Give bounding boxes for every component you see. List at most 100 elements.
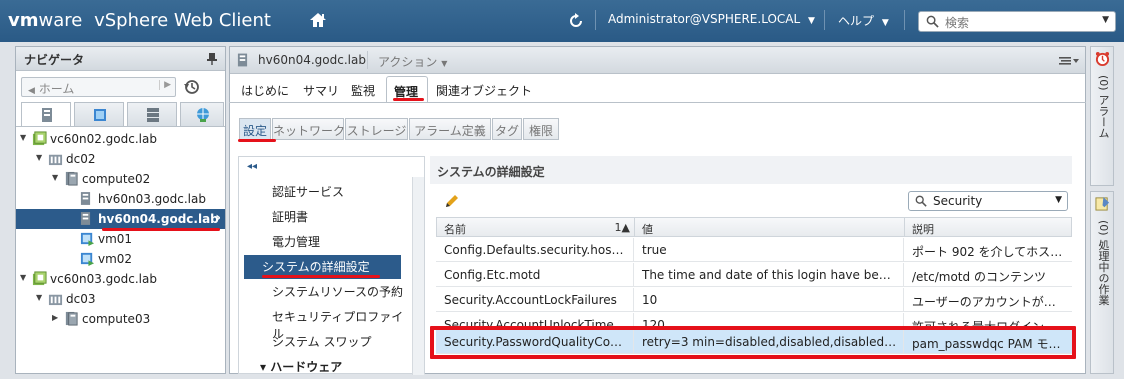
tree-item[interactable]: ▼ compute02: [16, 169, 225, 189]
column-header-name[interactable]: 名前 1▲: [437, 218, 635, 236]
subtab[interactable]: 設定: [239, 118, 271, 140]
cell-value: true: [634, 238, 904, 262]
tab-networking[interactable]: [180, 102, 224, 127]
column-name-label: 名前: [444, 223, 466, 236]
edit-icon[interactable]: [444, 193, 460, 209]
alarm-clock-icon: [1095, 51, 1110, 66]
section-header: システムの詳細設定: [430, 156, 1072, 184]
settings-category[interactable]: 認証サービス: [254, 180, 404, 204]
subtab[interactable]: アラーム定義: [409, 118, 491, 140]
chevron-down-icon[interactable]: ▼: [1102, 15, 1109, 25]
tree-item-label: vm01: [98, 232, 133, 246]
cell-value: The time and date of this login have bee…: [634, 263, 904, 287]
cell-value: 10: [634, 288, 904, 312]
filter-value: Security: [933, 194, 983, 208]
settings-category[interactable]: ▾ ハードウェア: [254, 355, 404, 379]
settings-category[interactable]: システムリソースの予約: [254, 280, 404, 304]
highlight-box: [430, 326, 1076, 359]
tab-getting-started[interactable]: はじめに: [241, 82, 289, 99]
help-label: ヘルプ: [838, 14, 875, 28]
highlight-underline: [262, 275, 380, 278]
back-button[interactable]: ◀ ホーム ▶: [21, 77, 176, 97]
tree-item[interactable]: vm02: [16, 249, 225, 269]
network-icon: [197, 108, 209, 122]
table-row[interactable]: Config.Etc.motd The time and date of this…: [436, 263, 1072, 287]
table-row[interactable]: Config.Defaults.security.host.ruissl true…: [436, 238, 1072, 262]
right-side-panels: (0) アラーム (0) 処理中の作業: [1090, 46, 1114, 374]
user-name: Administrator@VSPHERE.LOCAL: [608, 12, 801, 26]
tree-item-label: dc02: [66, 152, 96, 166]
subtab[interactable]: ストレージ: [345, 118, 408, 140]
table-row[interactable]: Security.AccountLockFailures 10 ユーザーのアカウント…: [436, 288, 1072, 312]
highlight-underline: [238, 139, 276, 142]
tree-item-label: hv60n03.godc.lab: [98, 192, 206, 206]
collapse-arrow-icon[interactable]: ▶: [52, 313, 58, 322]
divider: [904, 10, 905, 30]
settings-category[interactable]: 証明書: [254, 205, 404, 229]
tree-item-label: vm02: [98, 252, 133, 266]
tasks-label: (0) 処理中の作業: [1097, 220, 1110, 306]
highlight-underline: [393, 98, 424, 101]
tree-item[interactable]: vm01: [16, 229, 225, 249]
expand-arrow-icon[interactable]: ▼: [36, 293, 42, 302]
tree-item[interactable]: ▼ dc03: [16, 289, 225, 309]
list-menu-icon[interactable]: [1059, 55, 1079, 67]
chevron-down-icon[interactable]: ▼: [1055, 195, 1062, 205]
tasks-panel[interactable]: (0) 処理中の作業: [1090, 191, 1114, 374]
tree-item[interactable]: ▼ dc02: [16, 149, 225, 169]
alarms-label: (0) アラーム: [1097, 75, 1110, 139]
settings-category[interactable]: セキュリティプロファイル: [254, 305, 404, 341]
chevron-right-icon[interactable]: ▶: [159, 80, 171, 90]
brand-logo: vmware vSphere Web Client: [8, 10, 271, 31]
cell-description: ユーザーのアカウントがロックされるまでの最大試行回数: [912, 295, 1070, 309]
navigator-title: ナビゲータ: [24, 53, 85, 67]
settings-category[interactable]: 電力管理: [254, 230, 404, 254]
column-header-value[interactable]: 値: [635, 218, 905, 236]
tab-storage[interactable]: [127, 102, 177, 127]
user-menu[interactable]: Administrator@VSPHERE.LOCAL ▼: [608, 12, 815, 26]
tree-item[interactable]: hv60n03.godc.lab: [16, 189, 225, 209]
grid-header: 名前 1▲ 値 説明: [436, 217, 1072, 237]
section-title: システムの詳細設定: [437, 165, 545, 179]
subtab[interactable]: 権限: [523, 118, 559, 140]
tasks-icon: [1095, 196, 1110, 211]
subtab[interactable]: ネットワーク: [272, 118, 345, 140]
column-header-description[interactable]: 説明: [905, 218, 1071, 236]
tab-hosts-clusters[interactable]: [21, 102, 71, 127]
tree-item-label: compute03: [82, 312, 151, 326]
category-list: 認証サービス 証明書 電力管理 システムの詳細設定 システムリソースの予約 セキュリティプ…: [238, 156, 413, 374]
cell-description: /etc/motd のコンテンツ: [912, 270, 1046, 284]
expand-arrow-icon[interactable]: ▼: [36, 153, 42, 162]
expand-arrow-icon[interactable]: ▼: [20, 133, 26, 142]
expand-arrow-icon[interactable]: ▼: [20, 273, 26, 282]
expand-arrow-icon[interactable]: ▼: [52, 173, 58, 182]
search-icon: [915, 195, 927, 207]
alarms-panel[interactable]: (0) アラーム: [1090, 46, 1114, 186]
divider: [229, 102, 1086, 103]
datacenter-icon: [48, 151, 63, 169]
tree-item[interactable]: ▶ compute03: [16, 309, 225, 329]
tree-item[interactable]: hv60n04.godc.lab ›: [16, 209, 225, 231]
pin-icon[interactable]: [207, 53, 217, 65]
actions-menu[interactable]: アクション ▼: [378, 53, 447, 70]
scrollbar[interactable]: [412, 177, 424, 375]
sort-indicator: 1▲: [614, 221, 630, 234]
search-placeholder: 検索: [945, 16, 970, 30]
history-icon[interactable]: [184, 79, 200, 95]
home-icon[interactable]: [309, 12, 327, 28]
refresh-icon[interactable]: [568, 13, 584, 29]
search-input[interactable]: 検索 ▼: [918, 11, 1116, 32]
tree-item[interactable]: ▼ vc60n02.godc.lab: [16, 129, 225, 149]
subtab[interactable]: タグ: [492, 118, 522, 140]
tab-vms-templates[interactable]: [74, 102, 124, 127]
cluster-icon: [64, 311, 79, 329]
help-menu[interactable]: ヘルプ ▼: [838, 12, 889, 29]
filter-input[interactable]: Security ▼: [908, 191, 1068, 211]
tab-related-objects[interactable]: 関連オブジェクト: [436, 82, 532, 99]
tab-summary[interactable]: サマリ: [303, 82, 339, 99]
settings-category[interactable]: システム スワップ: [254, 330, 404, 354]
storage-icon: [147, 108, 159, 122]
actions-label: アクション: [378, 55, 438, 69]
tab-monitor[interactable]: 監視: [351, 82, 375, 99]
tree-item[interactable]: ▼ vc60n03.godc.lab: [16, 269, 225, 289]
